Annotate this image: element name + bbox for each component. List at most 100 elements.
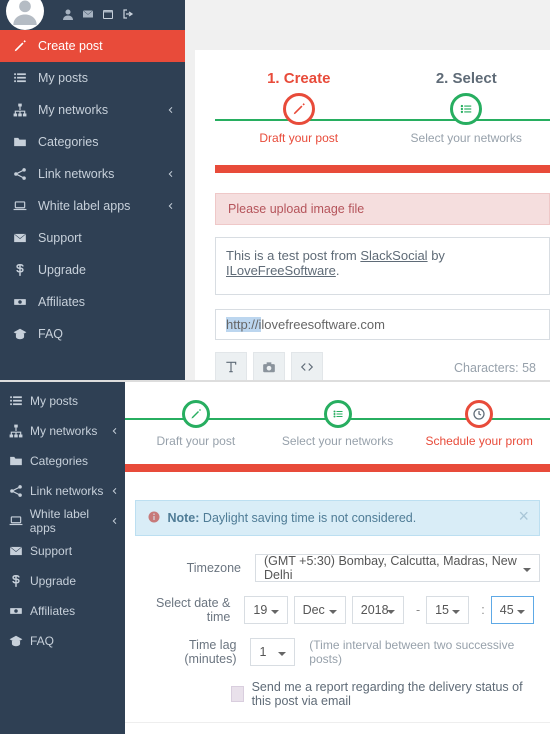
step-sub: Select your networks — [383, 131, 550, 145]
money-icon — [12, 294, 28, 310]
sidebar-item-my-posts[interactable]: My posts — [0, 62, 185, 94]
report-label: Send me a report regarding the delivery … — [252, 680, 540, 708]
close-icon[interactable]: × — [518, 509, 529, 523]
note-bold: Note: — [167, 511, 199, 525]
camera-icon — [262, 360, 276, 377]
step-schedule[interactable]: Schedule your prom — [408, 400, 550, 448]
menu-label: Support — [30, 544, 72, 558]
sidebar-item-my-networks[interactable]: My networks — [0, 416, 125, 446]
url-input[interactable]: http://ilovefreesoftware.com — [215, 309, 550, 340]
report-checkbox[interactable] — [231, 686, 244, 702]
sidebar-item-affiliates[interactable]: Affiliates — [0, 596, 125, 626]
sidebar-item-white-label[interactable]: White label apps — [0, 190, 185, 222]
code-tool-button[interactable] — [291, 352, 323, 380]
progress-bar — [125, 464, 550, 472]
menu-label: Upgrade — [30, 574, 76, 588]
topbar — [0, 0, 185, 30]
sidebar-item-link-networks[interactable]: Link networks — [0, 158, 185, 190]
money-icon — [8, 603, 24, 619]
camera-tool-button[interactable] — [253, 352, 285, 380]
sidebar-item-my-posts[interactable]: My posts — [0, 386, 125, 416]
post-textarea[interactable]: This is a test post from SlackSocial by … — [215, 237, 550, 295]
sidebar-item-support[interactable]: Support — [0, 536, 125, 566]
sidebar-item-white-label[interactable]: White label apps — [0, 506, 125, 536]
dt-label: Select date & time — [135, 596, 244, 624]
sidebar-item-upgrade[interactable]: Upgrade — [0, 566, 125, 596]
chevron-left-icon — [167, 199, 175, 213]
step-select[interactable]: 2. Select Select your networks — [383, 70, 550, 145]
folder-icon — [8, 453, 24, 469]
envelope-icon[interactable] — [82, 8, 94, 23]
dash-sep: - — [416, 603, 420, 617]
dollar-icon — [12, 262, 28, 278]
wizard-steps: 1. Create Draft your post 2. Select Sele… — [215, 70, 550, 145]
sidebar-item-my-networks[interactable]: My networks — [0, 94, 185, 126]
menu-label: FAQ — [30, 634, 54, 648]
colon-sep: : — [481, 603, 484, 617]
sidebar-item-support[interactable]: Support — [0, 222, 185, 254]
sidebar-item-link-networks[interactable]: Link networks — [0, 476, 125, 506]
sidebar-item-faq[interactable]: FAQ — [0, 318, 185, 350]
step-select[interactable]: Select your networks — [267, 400, 409, 448]
chevron-down-icon — [278, 645, 286, 659]
cap-icon — [8, 633, 24, 649]
lag-select[interactable]: 1 — [250, 638, 295, 666]
dollar-icon — [8, 573, 24, 589]
month-select[interactable]: Dec — [294, 596, 346, 624]
envelope-icon — [8, 543, 24, 559]
year-select[interactable]: 2018 — [352, 596, 404, 624]
menu-label: Link networks — [38, 167, 114, 181]
minute-select[interactable]: 45 — [491, 596, 534, 624]
clock-icon — [465, 400, 493, 428]
sidebar-item-faq[interactable]: FAQ — [0, 626, 125, 656]
char-count: Characters: 58 — [454, 361, 550, 375]
user-icon[interactable] — [62, 8, 74, 23]
dst-note: Note: Daylight saving time is not consid… — [135, 500, 540, 536]
chevron-down-icon — [329, 603, 337, 617]
day-select[interactable]: 19 — [244, 596, 287, 624]
tz-value: (GMT +5:30) Bombay, Calcutta, Madras, Ne… — [264, 554, 531, 582]
sidebar-item-create-post[interactable]: Create post — [0, 30, 185, 62]
sidebar: My posts My networks Categories Link net… — [0, 382, 125, 734]
progress-bar — [215, 165, 550, 173]
chevron-left-icon — [167, 167, 175, 181]
step-draft[interactable]: Draft your post — [125, 400, 267, 448]
step-title: 1. Create — [215, 70, 383, 87]
menu-label: My networks — [30, 424, 97, 438]
menu-label: My posts — [30, 394, 78, 408]
sitemap-icon — [12, 102, 28, 118]
chevron-down-icon — [387, 603, 395, 617]
pencil-icon — [12, 38, 28, 54]
calendar-icon[interactable] — [102, 8, 114, 23]
menu-label: Categories — [38, 135, 98, 149]
list-icon — [12, 70, 28, 86]
sidebar-item-upgrade[interactable]: Upgrade — [0, 254, 185, 286]
lag-hint: (Time interval between two successive po… — [309, 638, 540, 666]
wizard-steps: Draft your post Select your networks Sch… — [125, 382, 550, 448]
menu-label: Create post — [38, 39, 103, 53]
sidebar-item-affiliates[interactable]: Affiliates — [0, 286, 185, 318]
text-tool-button[interactable] — [215, 352, 247, 380]
list-icon — [8, 393, 24, 409]
lag-label: Time lag (minutes) — [135, 638, 250, 666]
tz-select[interactable]: (GMT +5:30) Bombay, Calcutta, Madras, Ne… — [255, 554, 540, 582]
hour-select[interactable]: 15 — [426, 596, 469, 624]
share-icon — [12, 166, 28, 182]
main-content: 1. Create Draft your post 2. Select Sele… — [185, 30, 550, 380]
sidebar-item-categories[interactable]: Categories — [0, 126, 185, 158]
envelope-icon — [12, 230, 28, 246]
main-content: Draft your post Select your networks Sch… — [125, 382, 550, 734]
text-icon — [224, 360, 238, 377]
chevron-down-icon — [517, 603, 525, 617]
sidebar-menu: My posts My networks Categories Link net… — [0, 386, 125, 656]
step-sub: Select your networks — [267, 434, 409, 448]
info-icon — [148, 511, 164, 525]
sidebar-menu: Create post My posts My networks Categor… — [0, 30, 185, 350]
step-sub: Draft your post — [215, 131, 383, 145]
laptop-icon — [12, 198, 28, 214]
share-icon — [8, 483, 24, 499]
sidebar-item-categories[interactable]: Categories — [0, 446, 125, 476]
signout-icon[interactable] — [122, 8, 134, 23]
step-create[interactable]: 1. Create Draft your post — [215, 70, 383, 145]
avatar[interactable] — [6, 0, 44, 30]
